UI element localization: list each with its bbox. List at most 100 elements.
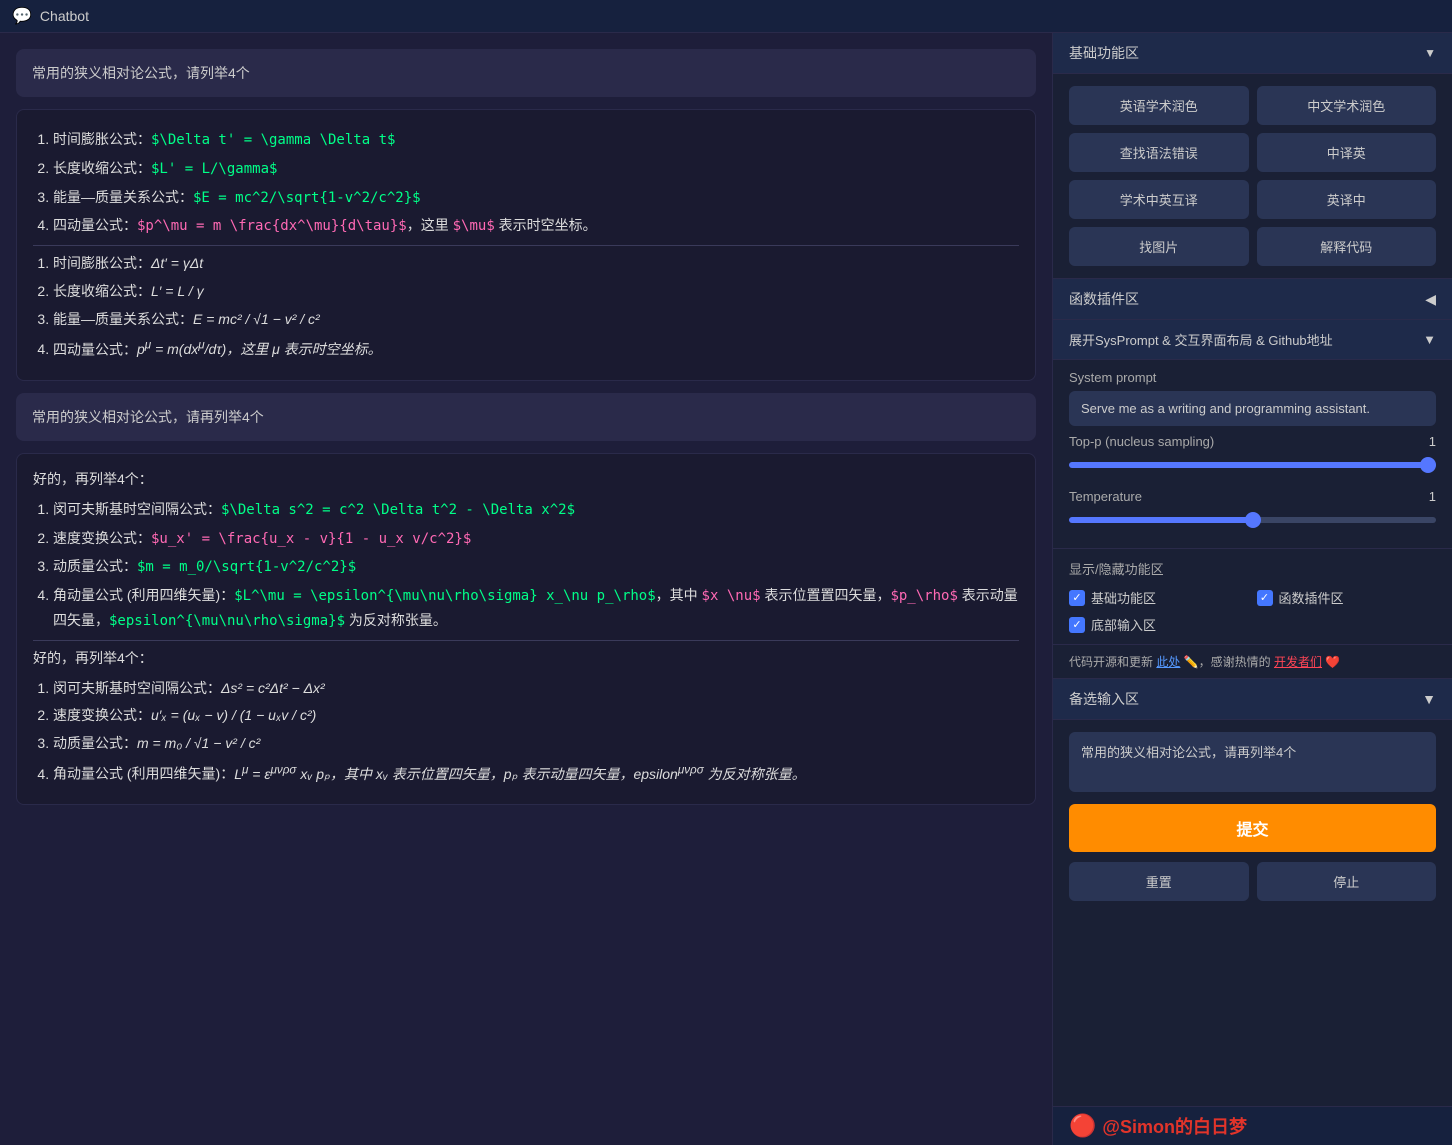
latex-green: $L' = L/\gamma$ bbox=[151, 161, 277, 177]
math-rendered: pμ = m(dxμ/dτ)，这里 μ 表示时空坐标。 bbox=[137, 341, 382, 357]
watermark-bar: 🔴 @Simon的白日梦 bbox=[1053, 1106, 1452, 1145]
basic-functions-header: 基础功能区 ▼ bbox=[1053, 33, 1452, 74]
sysprompt-header[interactable]: 展开SysPrompt & 交互界面布局 & Github地址 ▼ bbox=[1053, 320, 1452, 360]
open-source-text-before: 代码开源和更新 bbox=[1069, 655, 1153, 669]
btn-chinese-polish[interactable]: 中文学术润色 bbox=[1257, 86, 1437, 125]
math-rendered: Δs² = c²Δt² − Δx² bbox=[221, 680, 325, 696]
math-rendered: Lμ = εμνρσ xᵥ pₚ，其中 xᵥ 表示位置四矢量，pₚ 表示动量四矢… bbox=[234, 766, 805, 782]
list-item: 时间膨胀公式：$\Delta t' = \gamma \Delta t$ bbox=[53, 128, 1019, 153]
checkbox-bottom-input[interactable]: ✓ 底部输入区 bbox=[1069, 615, 1249, 634]
backup-input-text: 常用的狭义相对论公式，请再列举4个 bbox=[1081, 745, 1296, 760]
system-prompt-label: System prompt bbox=[1053, 360, 1452, 391]
list-item: 四动量公式：$p^\mu = m \frac{dx^\mu}{d\tau}$，这… bbox=[53, 214, 1019, 239]
assistant-intro2: 好的，再列举4个： bbox=[33, 647, 1019, 671]
btn-zh-to-en[interactable]: 中译英 bbox=[1257, 133, 1437, 172]
chat-panel: 常用的狭义相对论公式，请列举4个 时间膨胀公式：$\Delta t' = \ga… bbox=[0, 33, 1052, 1145]
list-item: 闵可夫斯基时空间隔公式：Δs² = c²Δt² − Δx² bbox=[53, 677, 1019, 701]
latex-green: $\Delta t' = \gamma \Delta t$ bbox=[151, 132, 395, 148]
latex-green: $epsilon^{\mu\nu\rho\sigma}$ bbox=[109, 613, 345, 629]
list-item: 速度变换公式：u′ₓ = (uₓ − v) / (1 − uₓv / c²) bbox=[53, 704, 1019, 728]
assistant-list-1-rendered: 时间膨胀公式：Δt′ = γΔt 长度收缩公式：L′ = L / γ 能量—质量… bbox=[33, 252, 1019, 362]
right-panel: 基础功能区 ▼ 英语学术润色 中文学术润色 查找语法错误 中译英 学术中英互译 … bbox=[1052, 33, 1452, 1145]
temperature-label: Temperature bbox=[1069, 489, 1142, 504]
latex-pink: $u_x' = \frac{u_x - v}{1 - u_x v/c^2}$ bbox=[151, 531, 471, 547]
backup-input-area[interactable]: 常用的狭义相对论公式，请再列举4个 bbox=[1069, 732, 1436, 792]
checkbox-plugin[interactable]: ✓ 函数插件区 bbox=[1257, 588, 1437, 607]
top-p-value: 1 bbox=[1416, 434, 1436, 449]
top-p-slider-container bbox=[1053, 451, 1452, 481]
user-message-1: 常用的狭义相对论公式，请列举4个 bbox=[16, 49, 1036, 97]
assistant-message-2: 好的，再列举4个： 闵可夫斯基时空间隔公式：$\Delta s^2 = c^2 … bbox=[16, 453, 1036, 805]
list-item: 角动量公式 (利用四维矢量)：Lμ = εμνρσ xᵥ pₚ，其中 xᵥ 表示… bbox=[53, 760, 1019, 786]
btn-academic-translate[interactable]: 学术中英互译 bbox=[1069, 180, 1249, 219]
btn-explain-code[interactable]: 解释代码 bbox=[1257, 227, 1437, 266]
bottom-buttons: 重置 停止 bbox=[1053, 862, 1452, 911]
temperature-slider-container bbox=[1053, 506, 1452, 536]
user-message-2: 常用的狭义相对论公式，请再列举4个 bbox=[16, 393, 1036, 441]
checkbox-bottom-label: 底部输入区 bbox=[1091, 615, 1156, 634]
checkbox-plugin-label: 函数插件区 bbox=[1279, 588, 1344, 607]
list-item: 四动量公式：pμ = m(dxμ/dτ)，这里 μ 表示时空坐标。 bbox=[53, 336, 1019, 362]
math-rendered: E = mc² / √1 − v² / c² bbox=[193, 311, 320, 327]
latex-pink: $\mu$ bbox=[453, 218, 495, 234]
math-rendered: Δt′ = γΔt bbox=[151, 255, 203, 271]
sysprompt-arrow: ▼ bbox=[1423, 332, 1436, 347]
stop-button[interactable]: 停止 bbox=[1257, 862, 1437, 901]
btn-grammar-check[interactable]: 查找语法错误 bbox=[1069, 133, 1249, 172]
weibo-icon: 🔴 bbox=[1069, 1113, 1096, 1139]
main-layout: 常用的狭义相对论公式，请列举4个 时间膨胀公式：$\Delta t' = \ga… bbox=[0, 33, 1452, 1145]
reset-button[interactable]: 重置 bbox=[1069, 862, 1249, 901]
math-rendered: m = m₀ / √1 − v² / c² bbox=[137, 735, 260, 751]
btn-en-to-zh[interactable]: 英译中 bbox=[1257, 180, 1437, 219]
divider bbox=[33, 245, 1019, 246]
list-item: 长度收缩公式：$L' = L/\gamma$ bbox=[53, 157, 1019, 182]
btn-find-image[interactable]: 找图片 bbox=[1069, 227, 1249, 266]
top-p-row: Top-p (nucleus sampling) 1 bbox=[1053, 426, 1452, 451]
plugin-title: 函数插件区 bbox=[1069, 289, 1139, 309]
checkbox-basic-functions[interactable]: ✓ 基础功能区 bbox=[1069, 588, 1249, 607]
backup-section: 备选输入区 ▼ 常用的狭义相对论公式，请再列举4个 提交 重置 停止 bbox=[1053, 679, 1452, 1106]
assistant-intro: 好的，再列举4个： bbox=[33, 468, 1019, 492]
assistant-list-1-latex: 时间膨胀公式：$\Delta t' = \gamma \Delta t$ 长度收… bbox=[33, 128, 1019, 239]
backup-title: 备选输入区 bbox=[1069, 689, 1139, 709]
latex-pink: $p^\mu = m \frac{dx^\mu}{d\tau}$ bbox=[137, 218, 407, 234]
latex-green: $L^\mu = \epsilon^{\mu\nu\rho\sigma} x_\… bbox=[234, 588, 655, 604]
open-source-row: 代码开源和更新 此处 ✏️，感谢热情的 开发者们 ❤️ bbox=[1053, 645, 1452, 679]
chatbot-icon: 💬 bbox=[12, 6, 32, 26]
temperature-value: 1 bbox=[1416, 489, 1436, 504]
basic-functions-arrow[interactable]: ▼ bbox=[1424, 46, 1436, 60]
temperature-row: Temperature 1 bbox=[1053, 481, 1452, 506]
checkbox-bottom-icon: ✓ bbox=[1069, 617, 1085, 633]
sysprompt-header-title: 展开SysPrompt & 交互界面布局 & Github地址 bbox=[1069, 330, 1333, 349]
open-source-link[interactable]: 此处 bbox=[1156, 655, 1180, 669]
list-item: 时间膨胀公式：Δt′ = γΔt bbox=[53, 252, 1019, 276]
user-message-1-text: 常用的狭义相对论公式，请列举4个 bbox=[32, 65, 250, 81]
show-hide-section: 显示/隐藏功能区 ✓ 基础功能区 ✓ 函数插件区 ✓ 底部输入区 bbox=[1053, 549, 1452, 645]
submit-button[interactable]: 提交 bbox=[1069, 804, 1436, 852]
sysprompt-section: 展开SysPrompt & 交互界面布局 & Github地址 ▼ System… bbox=[1053, 320, 1452, 549]
app-header: 💬 Chatbot bbox=[0, 0, 1452, 33]
open-source-heart: ❤️ bbox=[1325, 655, 1340, 669]
list-item: 动质量公式：m = m₀ / √1 − v² / c² bbox=[53, 732, 1019, 756]
math-rendered: L′ = L / γ bbox=[151, 283, 204, 299]
show-hide-label: 显示/隐藏功能区 bbox=[1069, 559, 1436, 578]
plugin-arrow[interactable]: ◀ bbox=[1425, 291, 1436, 308]
system-prompt-value: Serve me as a writing and programming as… bbox=[1069, 391, 1436, 426]
basic-functions-grid: 英语学术润色 中文学术润色 查找语法错误 中译英 学术中英互译 英译中 找图片 … bbox=[1053, 74, 1452, 279]
list-item: 长度收缩公式：L′ = L / γ bbox=[53, 280, 1019, 304]
list-item: 动质量公式：$m = m_0/\sqrt{1-v^2/c^2}$ bbox=[53, 555, 1019, 580]
backup-header: 备选输入区 ▼ bbox=[1053, 679, 1452, 720]
list-item: 速度变换公式：$u_x' = \frac{u_x - v}{1 - u_x v/… bbox=[53, 527, 1019, 552]
assistant-list-2-rendered: 闵可夫斯基时空间隔公式：Δs² = c²Δt² − Δx² 速度变换公式：u′ₓ… bbox=[33, 677, 1019, 787]
latex-green: $m = m_0/\sqrt{1-v^2/c^2}$ bbox=[137, 559, 356, 575]
btn-english-polish[interactable]: 英语学术润色 bbox=[1069, 86, 1249, 125]
top-p-label: Top-p (nucleus sampling) bbox=[1069, 434, 1214, 449]
top-p-slider[interactable] bbox=[1069, 462, 1436, 468]
developers-link[interactable]: 开发者们 bbox=[1274, 655, 1322, 669]
checkbox-basic-icon: ✓ bbox=[1069, 590, 1085, 606]
latex-pink: $x \nu$ bbox=[702, 588, 761, 604]
temperature-slider[interactable] bbox=[1069, 517, 1436, 523]
latex-green: $\Delta s^2 = c^2 \Delta t^2 - \Delta x^… bbox=[221, 502, 575, 518]
list-item: 能量—质量关系公式：E = mc² / √1 − v² / c² bbox=[53, 308, 1019, 332]
list-item: 能量—质量关系公式：$E = mc^2/\sqrt{1-v^2/c^2}$ bbox=[53, 186, 1019, 211]
